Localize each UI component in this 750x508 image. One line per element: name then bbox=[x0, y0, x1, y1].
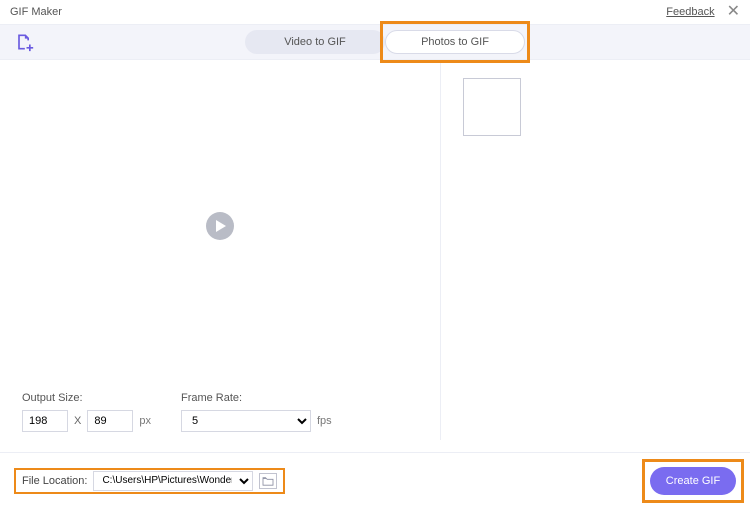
window-title: GIF Maker bbox=[10, 6, 62, 18]
play-button[interactable] bbox=[206, 212, 234, 240]
output-size-label: Output Size: bbox=[22, 392, 151, 404]
output-height-input[interactable] bbox=[87, 410, 133, 432]
tabs: Video to GIF Photos to GIF bbox=[34, 30, 736, 54]
footer: File Location: C:\Users\HP\Pictures\Wond… bbox=[0, 452, 750, 508]
main-area: Output Size: X px Frame Rate: 5 fps bbox=[0, 60, 750, 440]
frame-rate-group: Frame Rate: 5 fps bbox=[181, 392, 332, 432]
close-icon[interactable]: ✕ bbox=[727, 4, 740, 20]
size-separator: X bbox=[74, 415, 81, 427]
px-unit: px bbox=[139, 415, 151, 427]
open-folder-button[interactable] bbox=[259, 473, 277, 489]
feedback-link[interactable]: Feedback bbox=[666, 6, 714, 18]
file-location-label: File Location: bbox=[22, 475, 87, 487]
title-bar: GIF Maker Feedback ✕ bbox=[0, 0, 750, 24]
output-settings: Output Size: X px Frame Rate: 5 fps bbox=[0, 392, 440, 440]
preview-area bbox=[0, 60, 440, 392]
file-location-select[interactable]: C:\Users\HP\Pictures\Wondersh bbox=[93, 471, 253, 491]
create-gif-wrap: Create GIF bbox=[650, 467, 736, 495]
toolbar: Video to GIF Photos to GIF bbox=[0, 24, 750, 60]
folder-icon bbox=[262, 476, 274, 486]
fps-unit: fps bbox=[317, 415, 332, 427]
output-width-input[interactable] bbox=[22, 410, 68, 432]
tab-video-to-gif[interactable]: Video to GIF bbox=[245, 30, 385, 54]
tab-photos-to-gif[interactable]: Photos to GIF bbox=[385, 30, 525, 54]
tab-video-label: Video to GIF bbox=[284, 36, 346, 48]
output-size-group: Output Size: X px bbox=[22, 392, 151, 432]
tab-photos-label: Photos to GIF bbox=[421, 36, 489, 48]
frame-rate-label: Frame Rate: bbox=[181, 392, 332, 404]
add-file-icon[interactable] bbox=[14, 32, 34, 52]
titlebar-right: Feedback ✕ bbox=[666, 4, 740, 20]
create-gif-button[interactable]: Create GIF bbox=[650, 467, 736, 495]
preview-pane: Output Size: X px Frame Rate: 5 fps bbox=[0, 60, 440, 440]
thumbnail-pane bbox=[440, 60, 750, 440]
frame-rate-select[interactable]: 5 bbox=[181, 410, 311, 432]
play-icon bbox=[215, 220, 227, 232]
thumbnail-slot[interactable] bbox=[463, 78, 521, 136]
file-location-group: File Location: C:\Users\HP\Pictures\Wond… bbox=[14, 468, 285, 494]
